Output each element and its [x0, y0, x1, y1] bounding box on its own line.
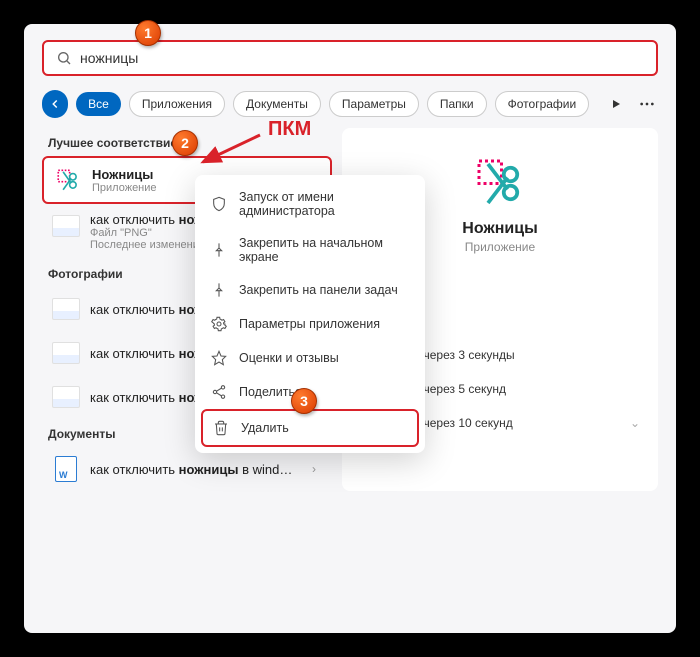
gear-icon	[211, 316, 227, 332]
detail-title: Ножницы	[462, 220, 537, 238]
search-query-text: ножницы	[80, 50, 138, 66]
image-thumb-icon	[52, 383, 80, 411]
list-item[interactable]: как отключить ножницы в windows 11 ›	[42, 447, 332, 491]
more-icon	[639, 102, 655, 106]
chevron-right-icon: ›	[306, 462, 322, 476]
star-icon	[211, 350, 227, 366]
filter-folders[interactable]: Папки	[427, 91, 487, 117]
search-row: ножницы	[24, 34, 676, 86]
word-doc-icon	[52, 455, 80, 483]
chevron-down-icon: ⌄	[630, 416, 640, 430]
list-item-title: как отключить ножницы в windows 11	[90, 462, 296, 477]
app-large-icon	[476, 158, 524, 206]
more-button[interactable]	[636, 92, 658, 116]
filter-row: Все Приложения Документы Параметры Папки…	[24, 86, 676, 128]
filter-photos[interactable]: Фотографии	[495, 91, 590, 117]
filter-all[interactable]: Все	[76, 92, 121, 116]
back-button[interactable]	[42, 90, 68, 118]
annotation-marker-1: 1	[135, 20, 161, 46]
ctx-run-as-admin[interactable]: Запуск от имени администратора	[201, 181, 419, 227]
annotation-marker-3: 3	[291, 388, 317, 414]
share-icon	[211, 384, 227, 400]
ctx-delete[interactable]: Удалить	[201, 409, 419, 447]
trash-icon	[213, 420, 229, 436]
shield-icon	[211, 196, 227, 212]
ctx-pin-start[interactable]: Закрепить на начальном экране	[201, 227, 419, 273]
ctx-reviews[interactable]: Оценки и отзывы	[201, 341, 419, 375]
filter-docs[interactable]: Документы	[233, 91, 321, 117]
filter-settings[interactable]: Параметры	[329, 91, 419, 117]
snipping-tool-icon	[54, 166, 82, 194]
annotation-arrow	[195, 130, 265, 170]
image-thumb-icon	[52, 295, 80, 323]
ctx-app-settings[interactable]: Параметры приложения	[201, 307, 419, 341]
image-thumb-icon	[52, 339, 80, 367]
pin-icon	[211, 282, 227, 298]
arrow-left-icon	[48, 97, 62, 111]
pin-icon	[211, 242, 227, 258]
play-button[interactable]	[605, 92, 627, 116]
detail-subtitle: Приложение	[465, 240, 535, 254]
filter-apps[interactable]: Приложения	[129, 91, 225, 117]
annotation-label-pkm: ПКМ	[268, 118, 311, 141]
play-icon	[610, 98, 622, 110]
ctx-pin-taskbar[interactable]: Закрепить на панели задач	[201, 273, 419, 307]
annotation-marker-2: 2	[172, 130, 198, 156]
search-icon	[56, 50, 72, 66]
image-thumb-icon	[52, 212, 80, 240]
search-input[interactable]: ножницы	[42, 40, 658, 76]
